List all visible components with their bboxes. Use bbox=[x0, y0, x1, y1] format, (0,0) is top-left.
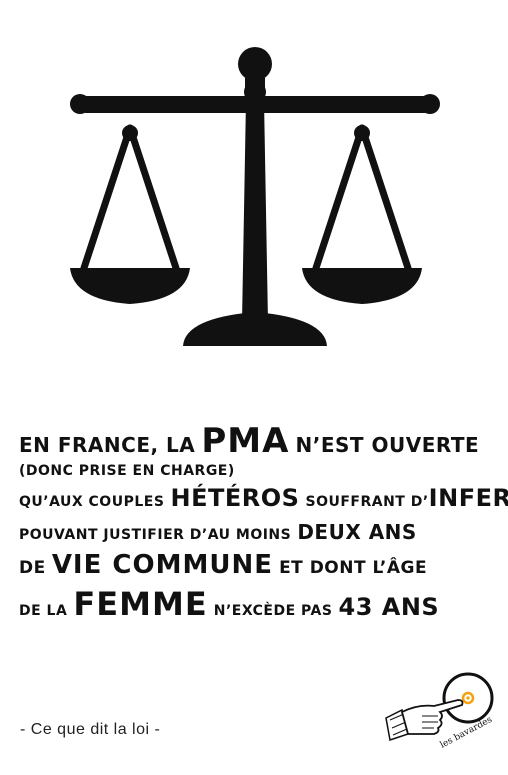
statement-text: n’est ouverte bbox=[295, 433, 480, 457]
statement-line-3: qu’aux couples hétéros souffrant d’infer… bbox=[19, 486, 508, 510]
statement-line-4: pouvant justifier d’au moins deux ans bbox=[19, 522, 417, 542]
statement-text: qu’aux couples bbox=[19, 494, 165, 510]
statement-emphasis-deux-ans: deux ans bbox=[297, 520, 417, 544]
statement-text: de bbox=[19, 558, 46, 578]
statement-text: n’excède pas bbox=[213, 603, 333, 619]
logo-text: les bavardes bbox=[439, 715, 494, 751]
statement-text: (donc prise en charge) bbox=[19, 463, 235, 479]
statement-emphasis-vie-commune: vie commune bbox=[51, 550, 273, 580]
statement-emphasis-femme: femme bbox=[73, 585, 208, 623]
statement-emphasis-43-ans: 43 ans bbox=[338, 593, 440, 621]
source-caption: - Ce que dit la loi - bbox=[20, 721, 161, 738]
poster: En France, la PMA n’est ouverte (donc pr… bbox=[0, 0, 508, 775]
statement-text: souffrant d’ bbox=[305, 494, 429, 510]
statement-emphasis-pma: PMA bbox=[201, 421, 290, 461]
statement-line-1: En France, la PMA n’est ouverte bbox=[19, 424, 479, 458]
balance-scale-icon bbox=[70, 47, 440, 346]
statement-text: et dont l’âge bbox=[279, 558, 428, 578]
pointing-hand-logo: les bavardes bbox=[385, 672, 494, 751]
statement-text: pouvant justifier d’au moins bbox=[19, 527, 292, 543]
statement-text: En France, la bbox=[19, 433, 196, 457]
statement-line-5: de vie commune et dont l’âge bbox=[19, 552, 427, 578]
statement-line-6: de la femme n’excède pas 43 ans bbox=[19, 588, 439, 620]
statement-text: de la bbox=[19, 603, 68, 619]
statement-emphasis-infertilite: infertilité, bbox=[428, 484, 508, 512]
statement-emphasis-heteros: hétéros bbox=[170, 484, 300, 512]
statement-line-2: (donc prise en charge) bbox=[19, 462, 235, 478]
